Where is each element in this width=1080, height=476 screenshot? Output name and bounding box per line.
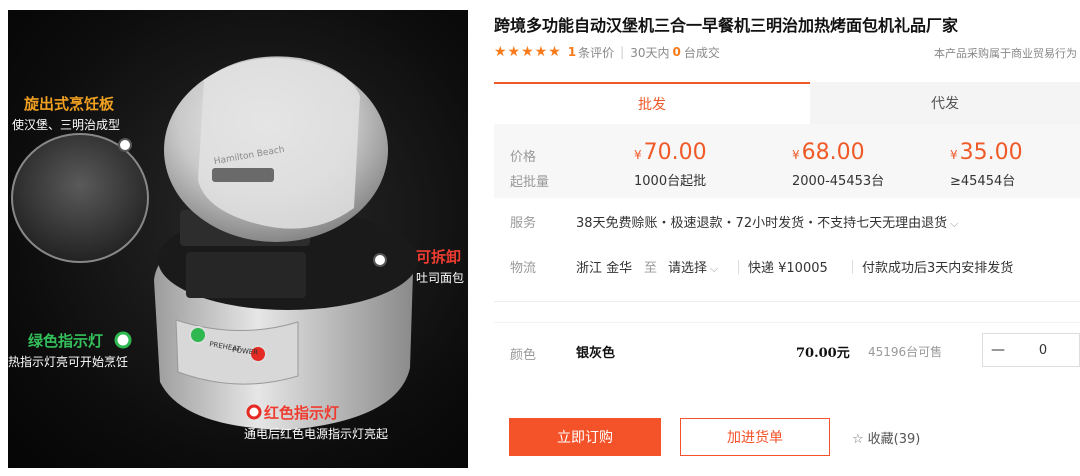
favorite-button[interactable]: ☆ 收藏(39) xyxy=(852,428,920,447)
rating-row: ★★★★★ 1 条评价 | 30天内 0 台成交 xyxy=(494,43,720,61)
callout-title: 绿色指示灯 xyxy=(28,332,104,350)
decrease-button[interactable]: — xyxy=(983,342,1013,358)
sku-stock: 45196台可售 xyxy=(868,345,943,359)
destination-value: 请选择 xyxy=(668,261,708,276)
favorite-label: 收藏(39) xyxy=(867,432,921,447)
chevron-down-icon[interactable]: ⌵ xyxy=(950,217,958,230)
order-now-button[interactable]: 立即订购 xyxy=(509,418,661,456)
sold-count: 0 xyxy=(672,45,681,59)
review-label[interactable]: 条评价 xyxy=(578,44,614,61)
divider: | xyxy=(620,45,625,59)
star-outline-icon: ☆ xyxy=(852,432,864,447)
tier-price: 68.00 xyxy=(801,140,865,165)
logistics-row: 物流 浙江 金华 至 请选择 ⌵ 快递 ¥10005 付款成功后3天内安排发货 xyxy=(494,257,1080,277)
price-tier-3: ¥35.00 ≥45454台 xyxy=(950,140,1023,189)
product-image: Hamilton Beach PREHEAT POWER 旋出式烹饪板 使汉堡、… xyxy=(8,10,468,468)
currency-symbol: ¥ xyxy=(792,148,800,162)
service-row: 服务 38天免费赊账・极速退款・72小时发货・不支持七天无理由退货 ⌵ xyxy=(494,212,1080,232)
chevron-down-icon: ⌵ xyxy=(710,262,719,275)
quantity-stepper: — xyxy=(982,333,1080,367)
rating-stars-icon: ★★★★★ xyxy=(494,44,562,60)
section-divider xyxy=(494,301,1080,302)
callout-red-light: 红色指示灯 通电后红色电源指示灯亮起 xyxy=(244,402,388,442)
quantity-input[interactable] xyxy=(1013,342,1073,358)
section-divider xyxy=(494,322,1080,323)
callout-removable: 可拆卸 吐司面包 xyxy=(416,246,464,286)
tier-moq: 1000台起批 xyxy=(634,174,707,189)
currency-symbol: ¥ xyxy=(634,148,642,162)
sku-row: 颜色 银灰色 70.00元 45196台可售 — xyxy=(494,333,1080,369)
tier-moq: ≥45454台 xyxy=(950,174,1016,189)
callout-green-light: 绿色指示灯 热指示灯亮可开始烹饪 xyxy=(8,330,128,370)
callout-desc: 热指示灯亮可开始烹饪 xyxy=(8,355,129,369)
divider xyxy=(852,260,853,274)
price-tier-2: ¥68.00 2000-45453台 xyxy=(792,140,884,189)
tier-price: 70.00 xyxy=(643,140,707,165)
tab-wholesale[interactable]: 批发 xyxy=(494,82,810,124)
purchase-tabs: 批发 代发 xyxy=(494,82,1080,124)
action-bar: 立即订购 加进货单 ☆ 收藏(39) xyxy=(494,418,1080,458)
divider xyxy=(738,260,739,274)
price-label: 价格 xyxy=(510,150,537,165)
logistics-label: 物流 xyxy=(510,261,537,276)
callout-desc: 通电后红色电源指示灯亮起 xyxy=(244,427,389,441)
moq-label: 起批量 xyxy=(510,175,550,190)
hamburger-maker-illustration: Hamilton Beach PREHEAT POWER xyxy=(11,56,418,430)
service-label: 服务 xyxy=(510,216,537,231)
callout-title: 可拆卸 xyxy=(416,248,462,266)
color-label: 颜色 xyxy=(510,348,537,363)
callout-desc: 吐司面包 xyxy=(416,271,465,285)
callout-title: 红色指示灯 xyxy=(264,404,340,422)
add-to-cart-button[interactable]: 加进货单 xyxy=(680,418,830,456)
to-label: 至 xyxy=(644,261,658,276)
product-info-panel: 跨境多功能自动汉堡机三合一早餐机三明治加热烤面包机礼品厂家 ★★★★★ 1 条评… xyxy=(494,0,1080,476)
price-tier-1: ¥70.00 1000台起批 xyxy=(634,140,707,189)
tier-moq: 2000-45453台 xyxy=(792,174,885,189)
green-light-icon xyxy=(189,326,207,344)
sold-prefix: 30天内 xyxy=(630,45,670,60)
service-text: 38天免费赊账・极速退款・72小时发货・不支持七天无理由退货 xyxy=(576,216,948,231)
callout-swing-plate: 旋出式烹饪板 使汉堡、三明治成型 xyxy=(12,93,120,133)
currency-symbol: ¥ xyxy=(950,148,958,162)
service-value[interactable]: 38天免费赊账・极速退款・72小时发货・不支持七天无理由退货 ⌵ xyxy=(576,212,958,231)
tab-dropship[interactable]: 代发 xyxy=(810,82,1080,124)
sku-price: 70.00元 xyxy=(796,346,850,361)
callout-title: 旋出式烹饪板 xyxy=(24,95,115,113)
callout-desc: 使汉堡、三明治成型 xyxy=(12,118,121,132)
shipping-fee: 快递 ¥10005 xyxy=(748,261,828,276)
destination-select[interactable]: 请选择 ⌵ xyxy=(668,257,718,276)
product-title: 跨境多功能自动汉堡机三合一早餐机三明治加热烤面包机礼品厂家 xyxy=(494,16,959,35)
dispatch-time: 付款成功后3天内安排发货 xyxy=(862,261,1014,276)
review-count[interactable]: 1 xyxy=(568,45,576,59)
shipping-origin: 浙江 金华 xyxy=(576,261,633,276)
color-name: 银灰色 xyxy=(576,346,616,361)
tier-price: 35.00 xyxy=(959,140,1023,165)
price-box: 价格 起批量 ¥70.00 1000台起批 ¥68.00 2000-45453台… xyxy=(494,124,1080,198)
sold-suffix: 台成交 xyxy=(683,45,720,60)
purpose-note: 本产品采购属于商业贸易行为 xyxy=(934,47,1077,60)
